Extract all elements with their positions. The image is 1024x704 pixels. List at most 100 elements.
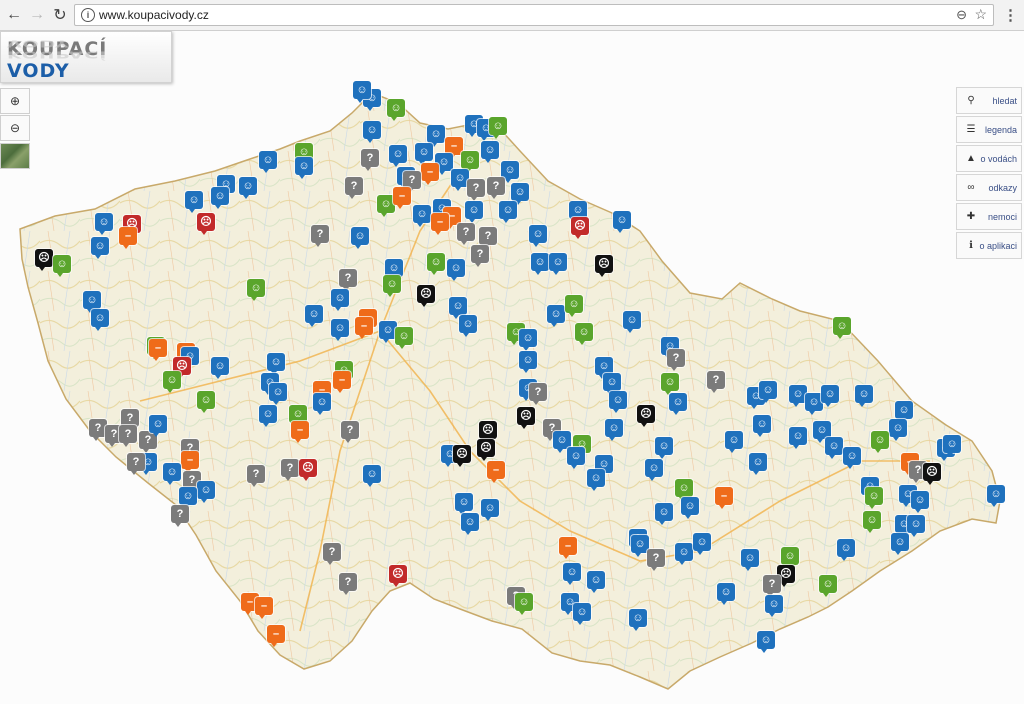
- unknown-quality-marker[interactable]: ?: [281, 459, 299, 481]
- good-quality-marker[interactable]: ☺: [197, 481, 215, 503]
- fair-quality-marker[interactable]: –: [559, 537, 577, 559]
- good-quality-marker[interactable]: ☺: [259, 151, 277, 173]
- good-quality-marker[interactable]: ☺: [353, 81, 371, 103]
- menu-item-odkazy[interactable]: ∞ odkazy: [956, 174, 1022, 201]
- browser-menu-icon[interactable]: ⋮: [1003, 6, 1018, 24]
- unsuitable-quality-marker[interactable]: ☹: [35, 249, 53, 271]
- good-quality-marker[interactable]: ☺: [889, 419, 907, 441]
- good-quality-marker[interactable]: ☺: [605, 419, 623, 441]
- good-quality-marker[interactable]: ☺: [449, 297, 467, 319]
- good-quality-marker[interactable]: ☺: [331, 319, 349, 341]
- good-quality-marker[interactable]: ☺: [511, 183, 529, 205]
- ok-quality-marker[interactable]: ☺: [675, 479, 693, 501]
- fair-quality-marker[interactable]: –: [119, 227, 137, 249]
- menu-item-o-vodach[interactable]: ▲ o vodách: [956, 145, 1022, 172]
- good-quality-marker[interactable]: ☺: [519, 329, 537, 351]
- zoom-in-button[interactable]: ⊕: [0, 88, 30, 114]
- unknown-quality-marker[interactable]: ?: [707, 371, 725, 393]
- good-quality-marker[interactable]: ☺: [669, 393, 687, 415]
- map-canvas[interactable]: KOUPACÍ VODY KOUPACÍ VODY ⊕ ⊖ ⚲ hledat ☰ l…: [0, 31, 1024, 704]
- good-quality-marker[interactable]: ☺: [681, 497, 699, 519]
- good-quality-marker[interactable]: ☺: [499, 201, 517, 223]
- fair-quality-marker[interactable]: –: [393, 187, 411, 209]
- unknown-quality-marker[interactable]: ?: [647, 549, 665, 571]
- good-quality-marker[interactable]: ☺: [741, 549, 759, 571]
- good-quality-marker[interactable]: ☺: [501, 161, 519, 183]
- unsuitable-quality-marker[interactable]: ☹: [517, 407, 535, 429]
- good-quality-marker[interactable]: ☺: [757, 631, 775, 653]
- good-quality-marker[interactable]: ☺: [415, 143, 433, 165]
- koupaci-vody-logo[interactable]: KOUPACÍ VODY KOUPACÍ VODY: [0, 31, 172, 83]
- good-quality-marker[interactable]: ☺: [629, 609, 647, 631]
- fair-quality-marker[interactable]: –: [487, 461, 505, 483]
- good-quality-marker[interactable]: ☺: [149, 415, 167, 437]
- good-quality-marker[interactable]: ☺: [239, 177, 257, 199]
- good-quality-marker[interactable]: ☺: [461, 513, 479, 535]
- zoom-icon[interactable]: ⊖: [956, 7, 967, 23]
- good-quality-marker[interactable]: ☺: [563, 563, 581, 585]
- unsuitable-quality-marker[interactable]: ☹: [477, 439, 495, 461]
- satellite-layer-button[interactable]: [0, 143, 30, 169]
- unknown-quality-marker[interactable]: ?: [667, 349, 685, 371]
- unknown-quality-marker[interactable]: ?: [457, 223, 475, 245]
- ok-quality-marker[interactable]: ☺: [387, 99, 405, 121]
- good-quality-marker[interactable]: ☺: [163, 463, 181, 485]
- unknown-quality-marker[interactable]: ?: [323, 543, 341, 565]
- ok-quality-marker[interactable]: ☺: [863, 511, 881, 533]
- good-quality-marker[interactable]: ☺: [549, 253, 567, 275]
- good-quality-marker[interactable]: ☺: [655, 437, 673, 459]
- good-quality-marker[interactable]: ☺: [573, 603, 591, 625]
- good-quality-marker[interactable]: ☺: [623, 311, 641, 333]
- unknown-quality-marker[interactable]: ?: [119, 425, 137, 447]
- poor-quality-marker[interactable]: ☹: [571, 217, 589, 239]
- good-quality-marker[interactable]: ☺: [91, 309, 109, 331]
- good-quality-marker[interactable]: ☺: [943, 435, 961, 457]
- good-quality-marker[interactable]: ☺: [675, 543, 693, 565]
- ok-quality-marker[interactable]: ☺: [781, 547, 799, 569]
- good-quality-marker[interactable]: ☺: [987, 485, 1005, 507]
- good-quality-marker[interactable]: ☺: [519, 351, 537, 373]
- good-quality-marker[interactable]: ☺: [645, 459, 663, 481]
- ok-quality-marker[interactable]: ☺: [833, 317, 851, 339]
- good-quality-marker[interactable]: ☺: [825, 437, 843, 459]
- good-quality-marker[interactable]: ☺: [693, 533, 711, 555]
- ok-quality-marker[interactable]: ☺: [565, 295, 583, 317]
- good-quality-marker[interactable]: ☺: [749, 453, 767, 475]
- ok-quality-marker[interactable]: ☺: [383, 275, 401, 297]
- ok-quality-marker[interactable]: ☺: [53, 255, 71, 277]
- good-quality-marker[interactable]: ☺: [531, 253, 549, 275]
- ok-quality-marker[interactable]: ☺: [871, 431, 889, 453]
- ok-quality-marker[interactable]: ☺: [661, 373, 679, 395]
- poor-quality-marker[interactable]: ☹: [299, 459, 317, 481]
- good-quality-marker[interactable]: ☺: [95, 213, 113, 235]
- good-quality-marker[interactable]: ☺: [465, 201, 483, 223]
- good-quality-marker[interactable]: ☺: [753, 415, 771, 437]
- good-quality-marker[interactable]: ☺: [211, 187, 229, 209]
- ok-quality-marker[interactable]: ☺: [819, 575, 837, 597]
- unknown-quality-marker[interactable]: ?: [467, 179, 485, 201]
- unknown-quality-marker[interactable]: ?: [339, 269, 357, 291]
- good-quality-marker[interactable]: ☺: [613, 211, 631, 233]
- good-quality-marker[interactable]: ☺: [529, 225, 547, 247]
- fair-quality-marker[interactable]: –: [181, 451, 199, 473]
- fair-quality-marker[interactable]: –: [333, 371, 351, 393]
- good-quality-marker[interactable]: ☺: [83, 291, 101, 313]
- unknown-quality-marker[interactable]: ?: [487, 177, 505, 199]
- unsuitable-quality-marker[interactable]: ☹: [417, 285, 435, 307]
- good-quality-marker[interactable]: ☺: [567, 447, 585, 469]
- good-quality-marker[interactable]: ☺: [351, 227, 369, 249]
- good-quality-marker[interactable]: ☺: [447, 259, 465, 281]
- good-quality-marker[interactable]: ☺: [459, 315, 477, 337]
- unknown-quality-marker[interactable]: ?: [341, 421, 359, 443]
- good-quality-marker[interactable]: ☺: [759, 381, 777, 403]
- good-quality-marker[interactable]: ☺: [313, 393, 331, 415]
- fair-quality-marker[interactable]: –: [715, 487, 733, 509]
- good-quality-marker[interactable]: ☺: [717, 583, 735, 605]
- good-quality-marker[interactable]: ☺: [179, 487, 197, 509]
- good-quality-marker[interactable]: ☺: [363, 465, 381, 487]
- good-quality-marker[interactable]: ☺: [363, 121, 381, 143]
- good-quality-marker[interactable]: ☺: [481, 499, 499, 521]
- star-icon[interactable]: ☆: [974, 6, 987, 23]
- good-quality-marker[interactable]: ☺: [269, 383, 287, 405]
- unsuitable-quality-marker[interactable]: ☹: [453, 445, 471, 467]
